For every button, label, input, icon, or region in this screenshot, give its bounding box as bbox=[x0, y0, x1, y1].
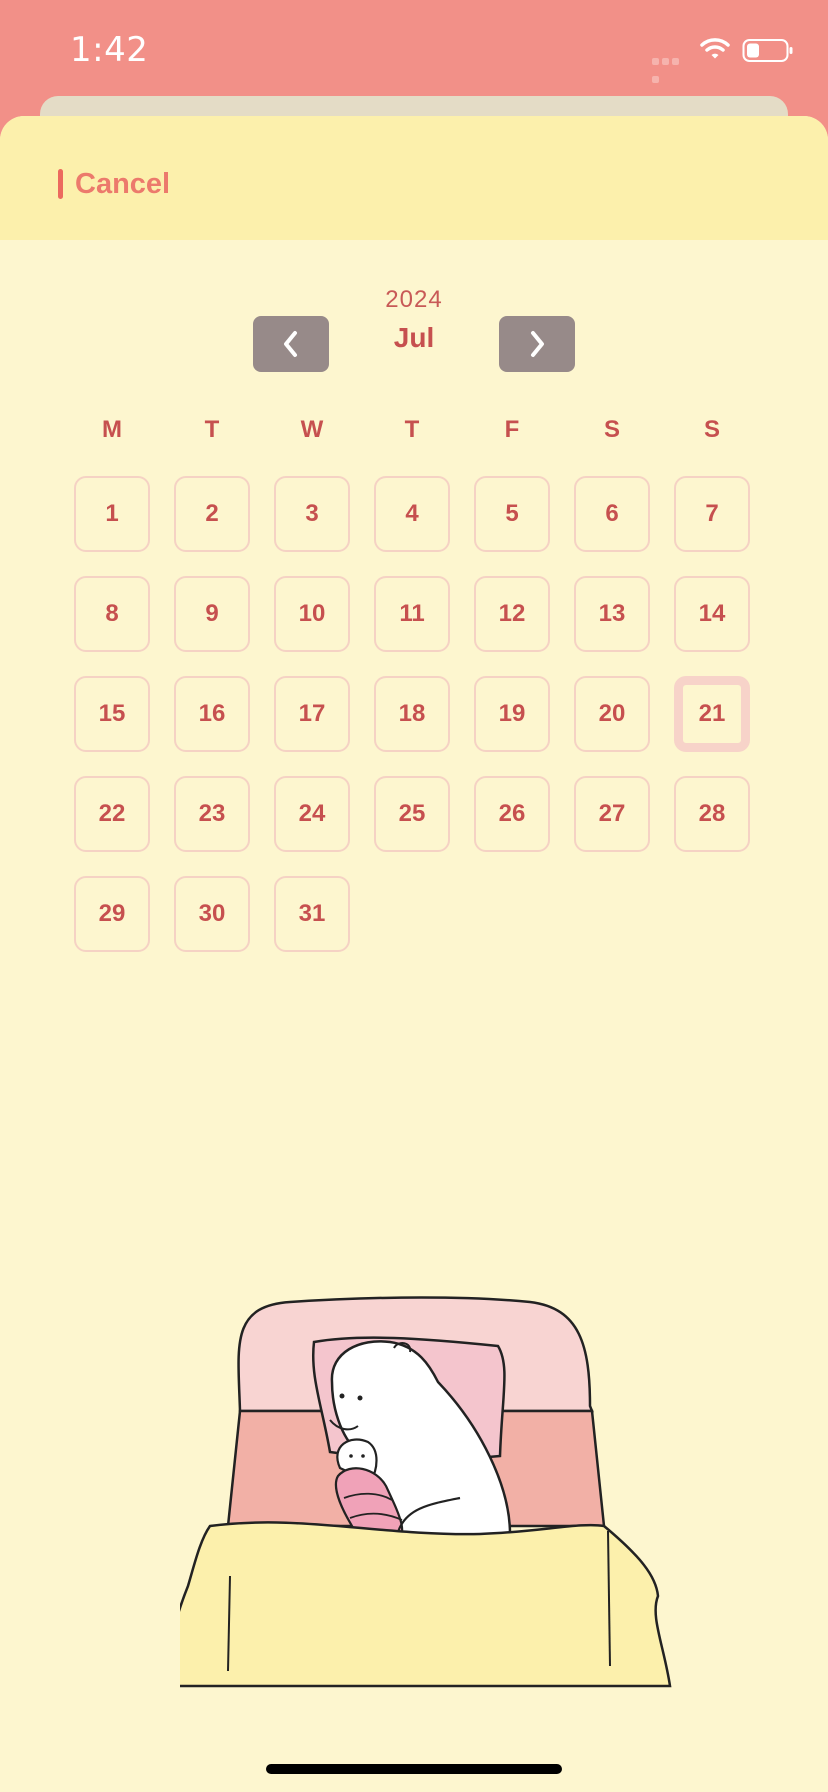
day-cell[interactable]: 28 bbox=[674, 776, 750, 852]
day-cell[interactable]: 3 bbox=[274, 476, 350, 552]
day-cell[interactable]: 9 bbox=[174, 576, 250, 652]
day-cell[interactable]: 16 bbox=[174, 676, 250, 752]
cancel-accent-bar bbox=[58, 169, 63, 199]
day-cell-selected[interactable]: 21 bbox=[674, 676, 750, 752]
cellular-signal-icon bbox=[652, 52, 690, 83]
day-cell[interactable]: 19 bbox=[474, 676, 550, 752]
weekday-header: S bbox=[603, 416, 620, 443]
status-time: 1:42 bbox=[70, 30, 149, 70]
weekday-header: T bbox=[404, 416, 420, 443]
weekday-header: S bbox=[703, 416, 720, 443]
day-cell[interactable]: 11 bbox=[374, 576, 450, 652]
weekday-header: M bbox=[102, 416, 122, 443]
battery-icon bbox=[742, 38, 794, 69]
day-cell[interactable]: 10 bbox=[274, 576, 350, 652]
day-cell[interactable]: 23 bbox=[174, 776, 250, 852]
sleeping-bear-illustration bbox=[168, 1286, 680, 1711]
day-cell[interactable]: 4 bbox=[374, 476, 450, 552]
status-bar: 1:42 bbox=[0, 0, 828, 100]
day-cell[interactable]: 26 bbox=[474, 776, 550, 852]
day-cell[interactable]: 27 bbox=[574, 776, 650, 852]
day-cell[interactable]: 5 bbox=[474, 476, 550, 552]
day-cell[interactable]: 2 bbox=[174, 476, 250, 552]
day-cell[interactable]: 15 bbox=[74, 676, 150, 752]
day-cell[interactable]: 20 bbox=[574, 676, 650, 752]
day-cell[interactable]: 17 bbox=[274, 676, 350, 752]
day-cell[interactable]: 25 bbox=[374, 776, 450, 852]
day-cell[interactable]: 30 bbox=[174, 876, 250, 952]
cancel-button[interactable]: Cancel bbox=[58, 168, 170, 200]
day-cell[interactable]: 1 bbox=[74, 476, 150, 552]
weekday-header: W bbox=[300, 416, 324, 443]
cancel-label: Cancel bbox=[75, 167, 171, 200]
chevron-left-icon bbox=[284, 331, 297, 357]
day-cell[interactable]: 31 bbox=[274, 876, 350, 952]
day-cell[interactable]: 24 bbox=[274, 776, 350, 852]
day-cell[interactable]: 29 bbox=[74, 876, 150, 952]
weekday-header: T bbox=[204, 416, 220, 443]
day-cell[interactable]: 12 bbox=[474, 576, 550, 652]
weekday-header: F bbox=[504, 416, 520, 443]
month-label: Jul bbox=[393, 322, 435, 353]
day-cell[interactable]: 18 bbox=[374, 676, 450, 752]
calendar-sheet: Cancel 2024 Jul MTWTFSS 1 2 3 4 5 6 7 8 9 10 11 12 1… bbox=[0, 116, 828, 1792]
home-indicator[interactable] bbox=[266, 1764, 562, 1774]
day-cell[interactable]: 8 bbox=[74, 576, 150, 652]
day-cell[interactable]: 6 bbox=[574, 476, 650, 552]
wifi-icon bbox=[700, 36, 730, 65]
day-cell[interactable]: 7 bbox=[674, 476, 750, 552]
day-cell[interactable]: 13 bbox=[574, 576, 650, 652]
year-label: 2024 bbox=[385, 286, 443, 313]
sheet-header: Cancel bbox=[0, 116, 828, 240]
day-cell[interactable]: 14 bbox=[674, 576, 750, 652]
day-cell[interactable]: 22 bbox=[74, 776, 150, 852]
next-month-button[interactable] bbox=[499, 316, 575, 372]
previous-month-button[interactable] bbox=[253, 316, 329, 372]
chevron-right-icon bbox=[531, 331, 544, 357]
